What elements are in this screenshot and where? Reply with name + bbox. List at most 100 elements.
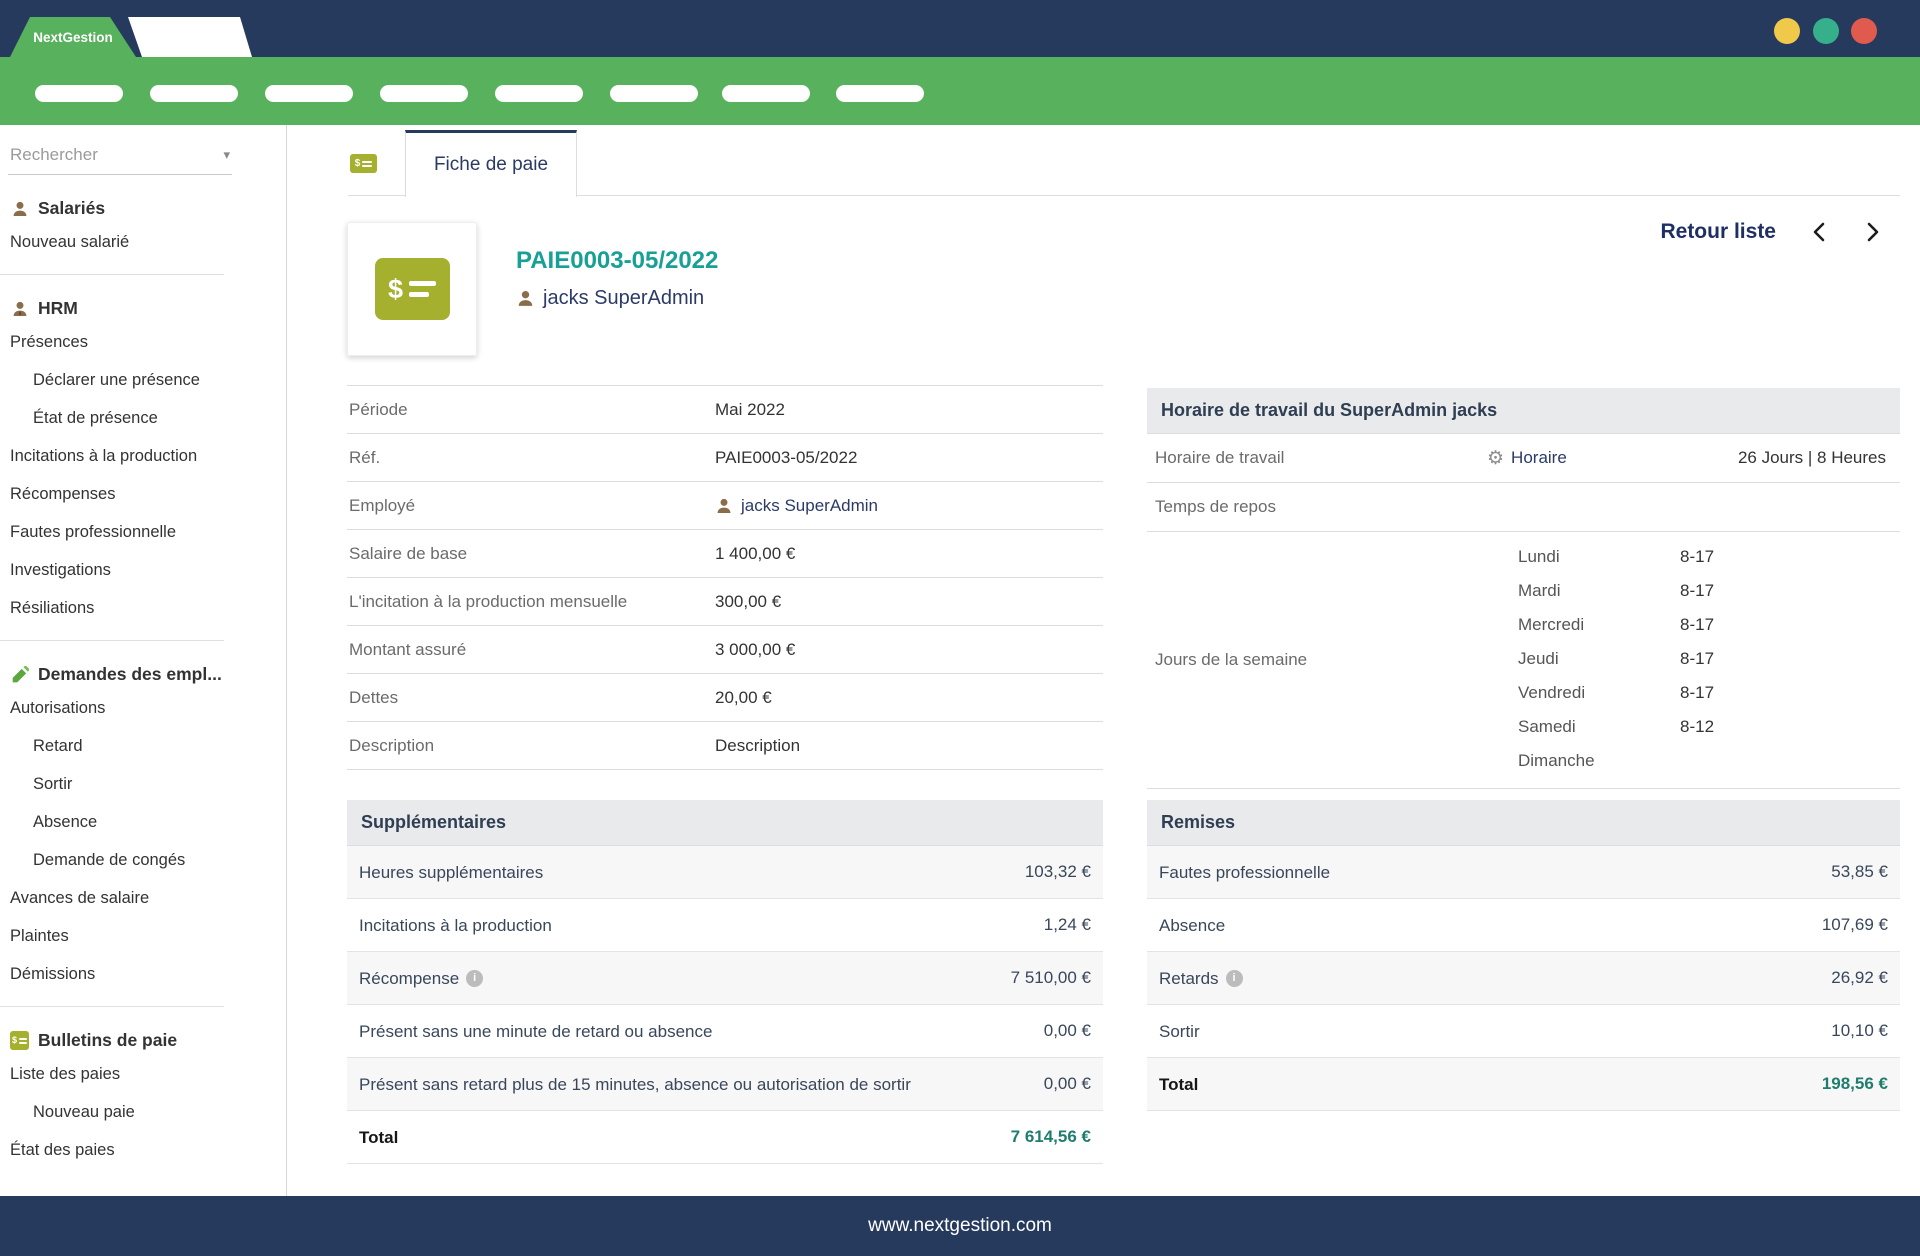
panel-title: Horaire de travail du SuperAdmin jacks (1147, 388, 1900, 434)
nav-pill[interactable] (610, 85, 698, 102)
row-label: Description (349, 736, 715, 756)
info-icon[interactable]: i (466, 970, 483, 987)
main-content: $ Fiche de paie $ PAIE0003-05/2022 jacks… (288, 125, 1920, 1196)
horaire-link-label: Horaire (1511, 448, 1567, 468)
sidebar-item-autorisations[interactable]: Autorisations (0, 689, 286, 727)
sidebar-item-etat-presence[interactable]: État de présence (0, 399, 286, 437)
day-hours: 8-17 (1680, 642, 1714, 676)
nav-pill[interactable] (495, 85, 583, 102)
money-icon: $ (10, 1031, 29, 1050)
user-icon (715, 497, 733, 515)
day-name: Samedi (1518, 710, 1680, 744)
sidebar-item-demissions[interactable]: Démissions (0, 955, 286, 993)
brand-logo[interactable]: NextGestion (10, 17, 136, 57)
edit-icon (10, 665, 29, 684)
sidebar-item-presences[interactable]: Présences (0, 323, 286, 361)
row-value: 1,24 € (1030, 915, 1091, 935)
inactive-brand-tab[interactable] (128, 17, 252, 57)
sidebar-item-incitations[interactable]: Incitations à la production (0, 437, 286, 475)
back-to-list-link[interactable]: Retour liste (1660, 220, 1776, 244)
nav-pill[interactable] (265, 85, 353, 102)
search-input[interactable]: Rechercher ▾ (8, 143, 232, 175)
table-row: Heures supplémentaires 103,32 € (347, 846, 1103, 899)
sidebar-section-demandes[interactable]: Demandes des empl... (10, 664, 276, 685)
sidebar-item-investigations[interactable]: Investigations (0, 551, 286, 589)
sidebar-item-retard[interactable]: Retard (0, 727, 286, 765)
divider (0, 640, 224, 641)
row-label: Jours de la semaine (1155, 650, 1307, 670)
row-value: 107,69 € (1808, 915, 1888, 935)
total-row: Total 198,56 € (1147, 1058, 1900, 1111)
nav-pill[interactable] (722, 85, 810, 102)
table-row: Horaire de travail ⚙ Horaire 26 Jours | … (1147, 434, 1900, 483)
sidebar-item-plaintes[interactable]: Plaintes (0, 917, 286, 955)
row-label: Temps de repos (1155, 497, 1487, 517)
row-label: L'incitation à la production mensuelle (349, 592, 715, 612)
nav-pill[interactable] (35, 85, 123, 102)
week-day-row: Vendredi 8-17 (1518, 676, 1900, 710)
sidebar-section-hrm[interactable]: HRM (10, 298, 276, 319)
chevron-left-icon[interactable] (1808, 220, 1830, 244)
nav-pill[interactable] (836, 85, 924, 102)
row-value: 53,85 € (1817, 862, 1888, 882)
window-minimize-dot[interactable] (1774, 18, 1800, 44)
table-row: Période Mai 2022 (347, 386, 1103, 434)
nav-pill[interactable] (380, 85, 468, 102)
info-icon[interactable]: i (1226, 970, 1243, 987)
row-label: Présent sans une minute de retard ou abs… (359, 1020, 712, 1043)
sidebar-item-sortir[interactable]: Sortir (0, 765, 286, 803)
day-hours: 8-17 (1680, 574, 1714, 608)
week-day-row: Samedi 8-12 (1518, 710, 1900, 744)
total-label: Total (359, 1126, 398, 1149)
row-value: 10,10 € (1817, 1021, 1888, 1041)
row-label: Dettes (349, 688, 715, 708)
row-label: Période (349, 400, 715, 420)
horaire-link[interactable]: ⚙ Horaire (1487, 448, 1567, 468)
sidebar-item-absence[interactable]: Absence (0, 803, 286, 841)
sidebar-item-declarer-presence[interactable]: Déclarer une présence (0, 361, 286, 399)
chevron-right-icon[interactable] (1862, 220, 1884, 244)
row-label: Incitations à la production (359, 914, 552, 937)
window-maximize-dot[interactable] (1813, 18, 1839, 44)
row-value: 26 Jours | 8 Heures (1738, 448, 1886, 468)
nav-pill[interactable] (150, 85, 238, 102)
money-icon: $ (350, 154, 377, 173)
sidebar-item-liste-paies[interactable]: Liste des paies (0, 1055, 286, 1093)
sidebar-section-title: HRM (38, 298, 78, 319)
sidebar-item-avances-salaire[interactable]: Avances de salaire (0, 879, 286, 917)
work-schedule-panel: Horaire de travail du SuperAdmin jacks H… (1147, 388, 1900, 789)
week-day-row: Mercredi 8-17 (1518, 608, 1900, 642)
sidebar-item-demande-conges[interactable]: Demande de congés (0, 841, 286, 879)
employee-link[interactable]: jacks SuperAdmin (516, 287, 704, 310)
week-days-row: Jours de la semaine Lundi 8-17 Mardi 8-1… (1147, 532, 1900, 789)
tab-strip: $ Fiche de paie (348, 130, 1900, 196)
table-row: Retards i 26,92 € (1147, 952, 1900, 1005)
employee-link[interactable]: jacks SuperAdmin (715, 496, 878, 516)
row-value: 103,32 € (1011, 862, 1091, 882)
week-day-row: Mardi 8-17 (1518, 574, 1900, 608)
sidebar-item-recompenses[interactable]: Récompenses (0, 475, 286, 513)
row-label: Fautes professionnelle (1159, 861, 1330, 884)
row-label: Heures supplémentaires (359, 861, 543, 884)
sidebar: Rechercher ▾ Salariés Nouveau salarié HR… (0, 125, 287, 1196)
tab-fiche-de-paie[interactable]: Fiche de paie (405, 130, 577, 197)
row-value: Mai 2022 (715, 400, 785, 420)
week-day-row: Lundi 8-17 (1518, 540, 1900, 574)
row-label: Absence (1159, 914, 1225, 937)
window-close-dot[interactable] (1851, 18, 1877, 44)
user-icon (516, 289, 535, 308)
row-label: Sortir (1159, 1020, 1200, 1043)
sidebar-item-fautes[interactable]: Fautes professionnelle (0, 513, 286, 551)
table-row: Description Description (347, 722, 1103, 770)
sidebar-item-nouveau-paie[interactable]: Nouveau paie (0, 1093, 286, 1131)
table-row: Absence 107,69 € (1147, 899, 1900, 952)
sidebar-item-etat-paies[interactable]: État des paies (0, 1131, 286, 1169)
table-row: Sortir 10,10 € (1147, 1005, 1900, 1058)
sidebar-section-salaries[interactable]: Salariés (10, 198, 276, 219)
sidebar-item-nouveau-salarie[interactable]: Nouveau salarié (0, 223, 286, 261)
day-hours: 8-17 (1680, 608, 1714, 642)
day-name: Mercredi (1518, 608, 1680, 642)
sidebar-section-bulletins[interactable]: $ Bulletins de paie (10, 1030, 276, 1051)
table-row: Montant assuré 3 000,00 € (347, 626, 1103, 674)
sidebar-item-resiliations[interactable]: Résiliations (0, 589, 286, 627)
